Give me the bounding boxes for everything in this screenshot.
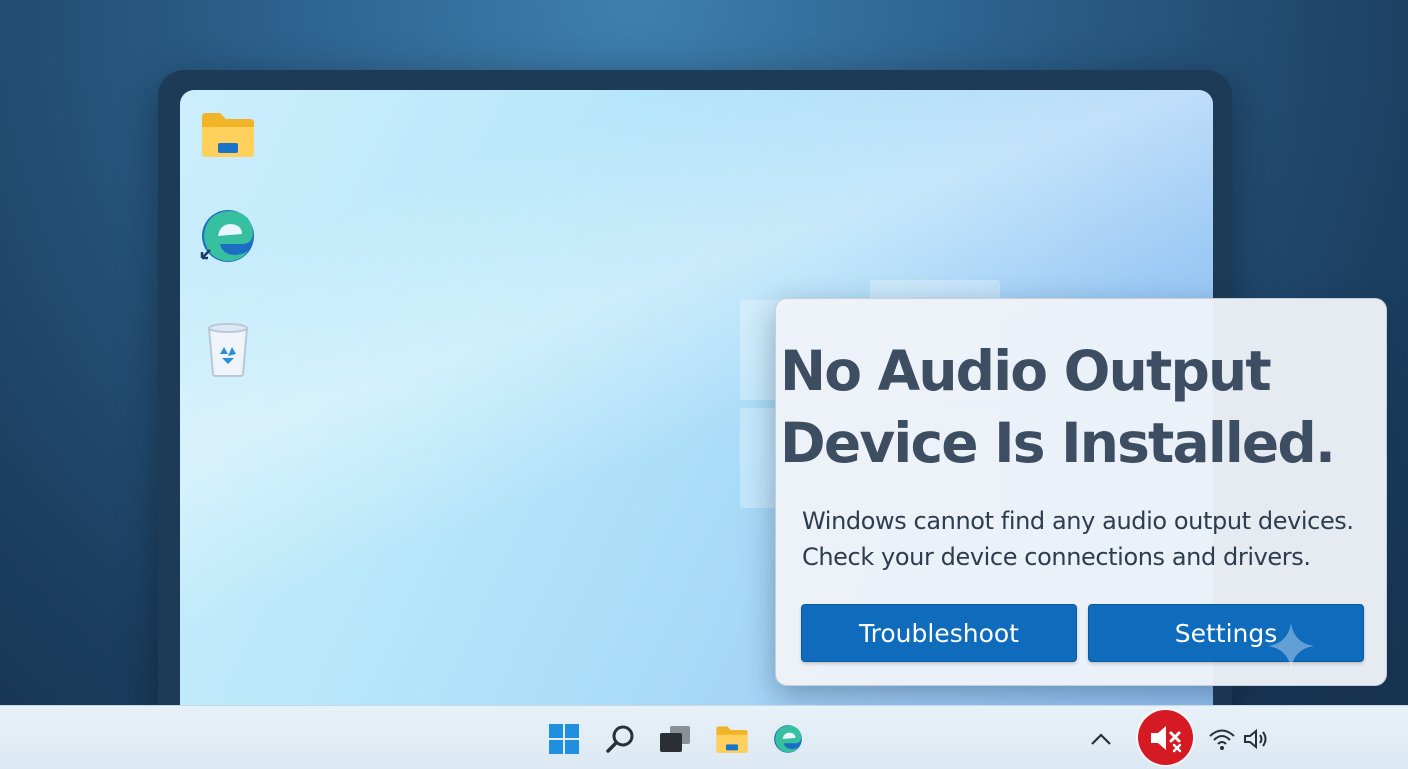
sparkle-icon — [1268, 623, 1314, 669]
dialog-title: No Audio Output Device Is Installed. — [780, 339, 1336, 475]
troubleshoot-button[interactable]: Troubleshoot — [801, 604, 1077, 662]
no-audio-dialog: No Audio Output Device Is Installed. Win… — [775, 298, 1387, 686]
dialog-message-line-2: Check your device connections and driver… — [802, 543, 1311, 571]
desktop-edge-icon[interactable] — [198, 206, 258, 266]
desktop-file-explorer-icon[interactable] — [198, 104, 258, 164]
volume-muted-icon[interactable] — [1138, 710, 1193, 765]
desktop-recycle-bin-icon[interactable] — [198, 320, 258, 380]
wifi-icon[interactable] — [1205, 722, 1239, 756]
dialog-message: Windows cannot find any audio output dev… — [802, 503, 1382, 575]
taskbar-edge-icon[interactable] — [771, 722, 805, 756]
speaker-icon[interactable] — [1240, 722, 1274, 756]
settings-button[interactable]: Settings — [1088, 604, 1364, 662]
show-hidden-icons-chevron-icon[interactable] — [1084, 722, 1118, 756]
taskbar — [0, 705, 1408, 769]
task-view-icon[interactable] — [658, 722, 692, 756]
taskbar-file-explorer-icon[interactable] — [715, 722, 749, 756]
search-icon[interactable] — [603, 722, 637, 756]
start-icon[interactable] — [547, 722, 581, 756]
dialog-message-line-1: Windows cannot find any audio output dev… — [802, 507, 1354, 535]
